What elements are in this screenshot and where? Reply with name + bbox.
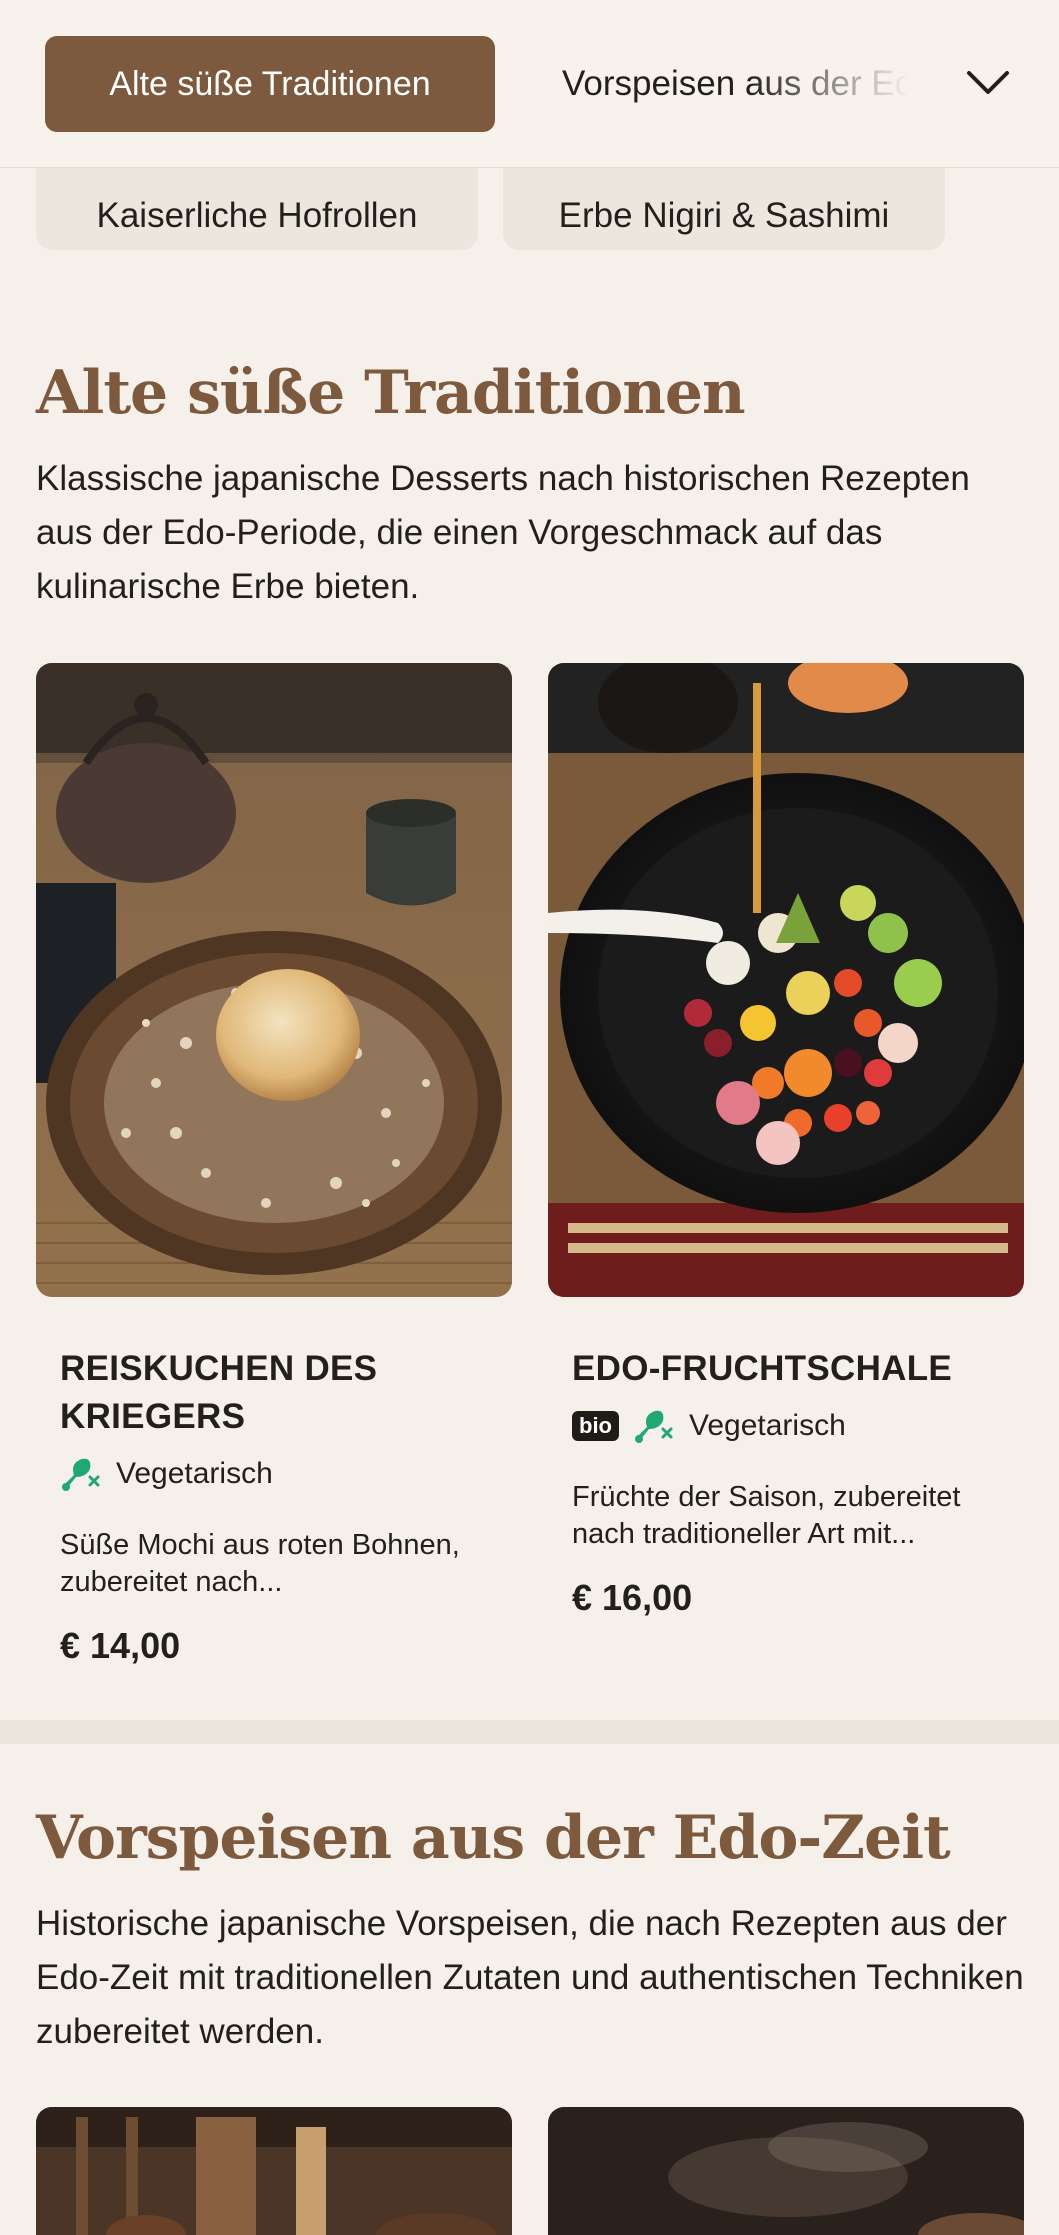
dish-name: Reiskuchen des Kriegers [60,1349,378,1436]
category-nav: Alte süße Traditionen Vorspeisen aus der… [0,0,1059,168]
dish-description: Süße Mochi aus roten Bohnen, zubereitet … [60,1529,460,1598]
category-tab-active[interactable]: Alte süße Traditionen [45,36,495,132]
section-description: Historische japanische Vorspeisen, die n… [36,1904,1024,2051]
dish-name: Edo-Fruchtschale [572,1349,953,1388]
section-description: Klassische japanische Desserts nach hist… [36,459,970,606]
bio-badge: bio [572,1411,619,1441]
dish-photo[interactable] [36,2107,512,2235]
dish-tags: Vegetarisch [60,1455,273,1493]
dish-photo-mochi[interactable] [36,663,512,1297]
dish-price: € 14,00 [60,1625,181,1666]
dish-price: € 16,00 [572,1577,693,1618]
section-divider [0,1720,1059,1744]
dish-photo-fruit-bowl[interactable] [548,663,1024,1297]
dish-tags: bio Vegetarisch [572,1407,846,1445]
no-meat-icon [633,1407,675,1445]
dish-photo[interactable] [548,2107,1024,2235]
no-meat-icon [60,1455,102,1493]
diet-label: Vegetarisch [689,1409,846,1442]
category-tab-next[interactable]: Vorspeisen aus der Edo-Zeit [562,36,938,132]
section-title: Alte süße Traditionen [36,358,746,428]
diet-label: Vegetarisch [116,1457,273,1490]
section-title: Vorspeisen aus der Edo-Zeit [36,1803,951,1873]
chevron-down-icon[interactable] [958,58,1018,108]
dish-description: Früchte der Saison, zubereitet nach trad… [572,1481,961,1550]
